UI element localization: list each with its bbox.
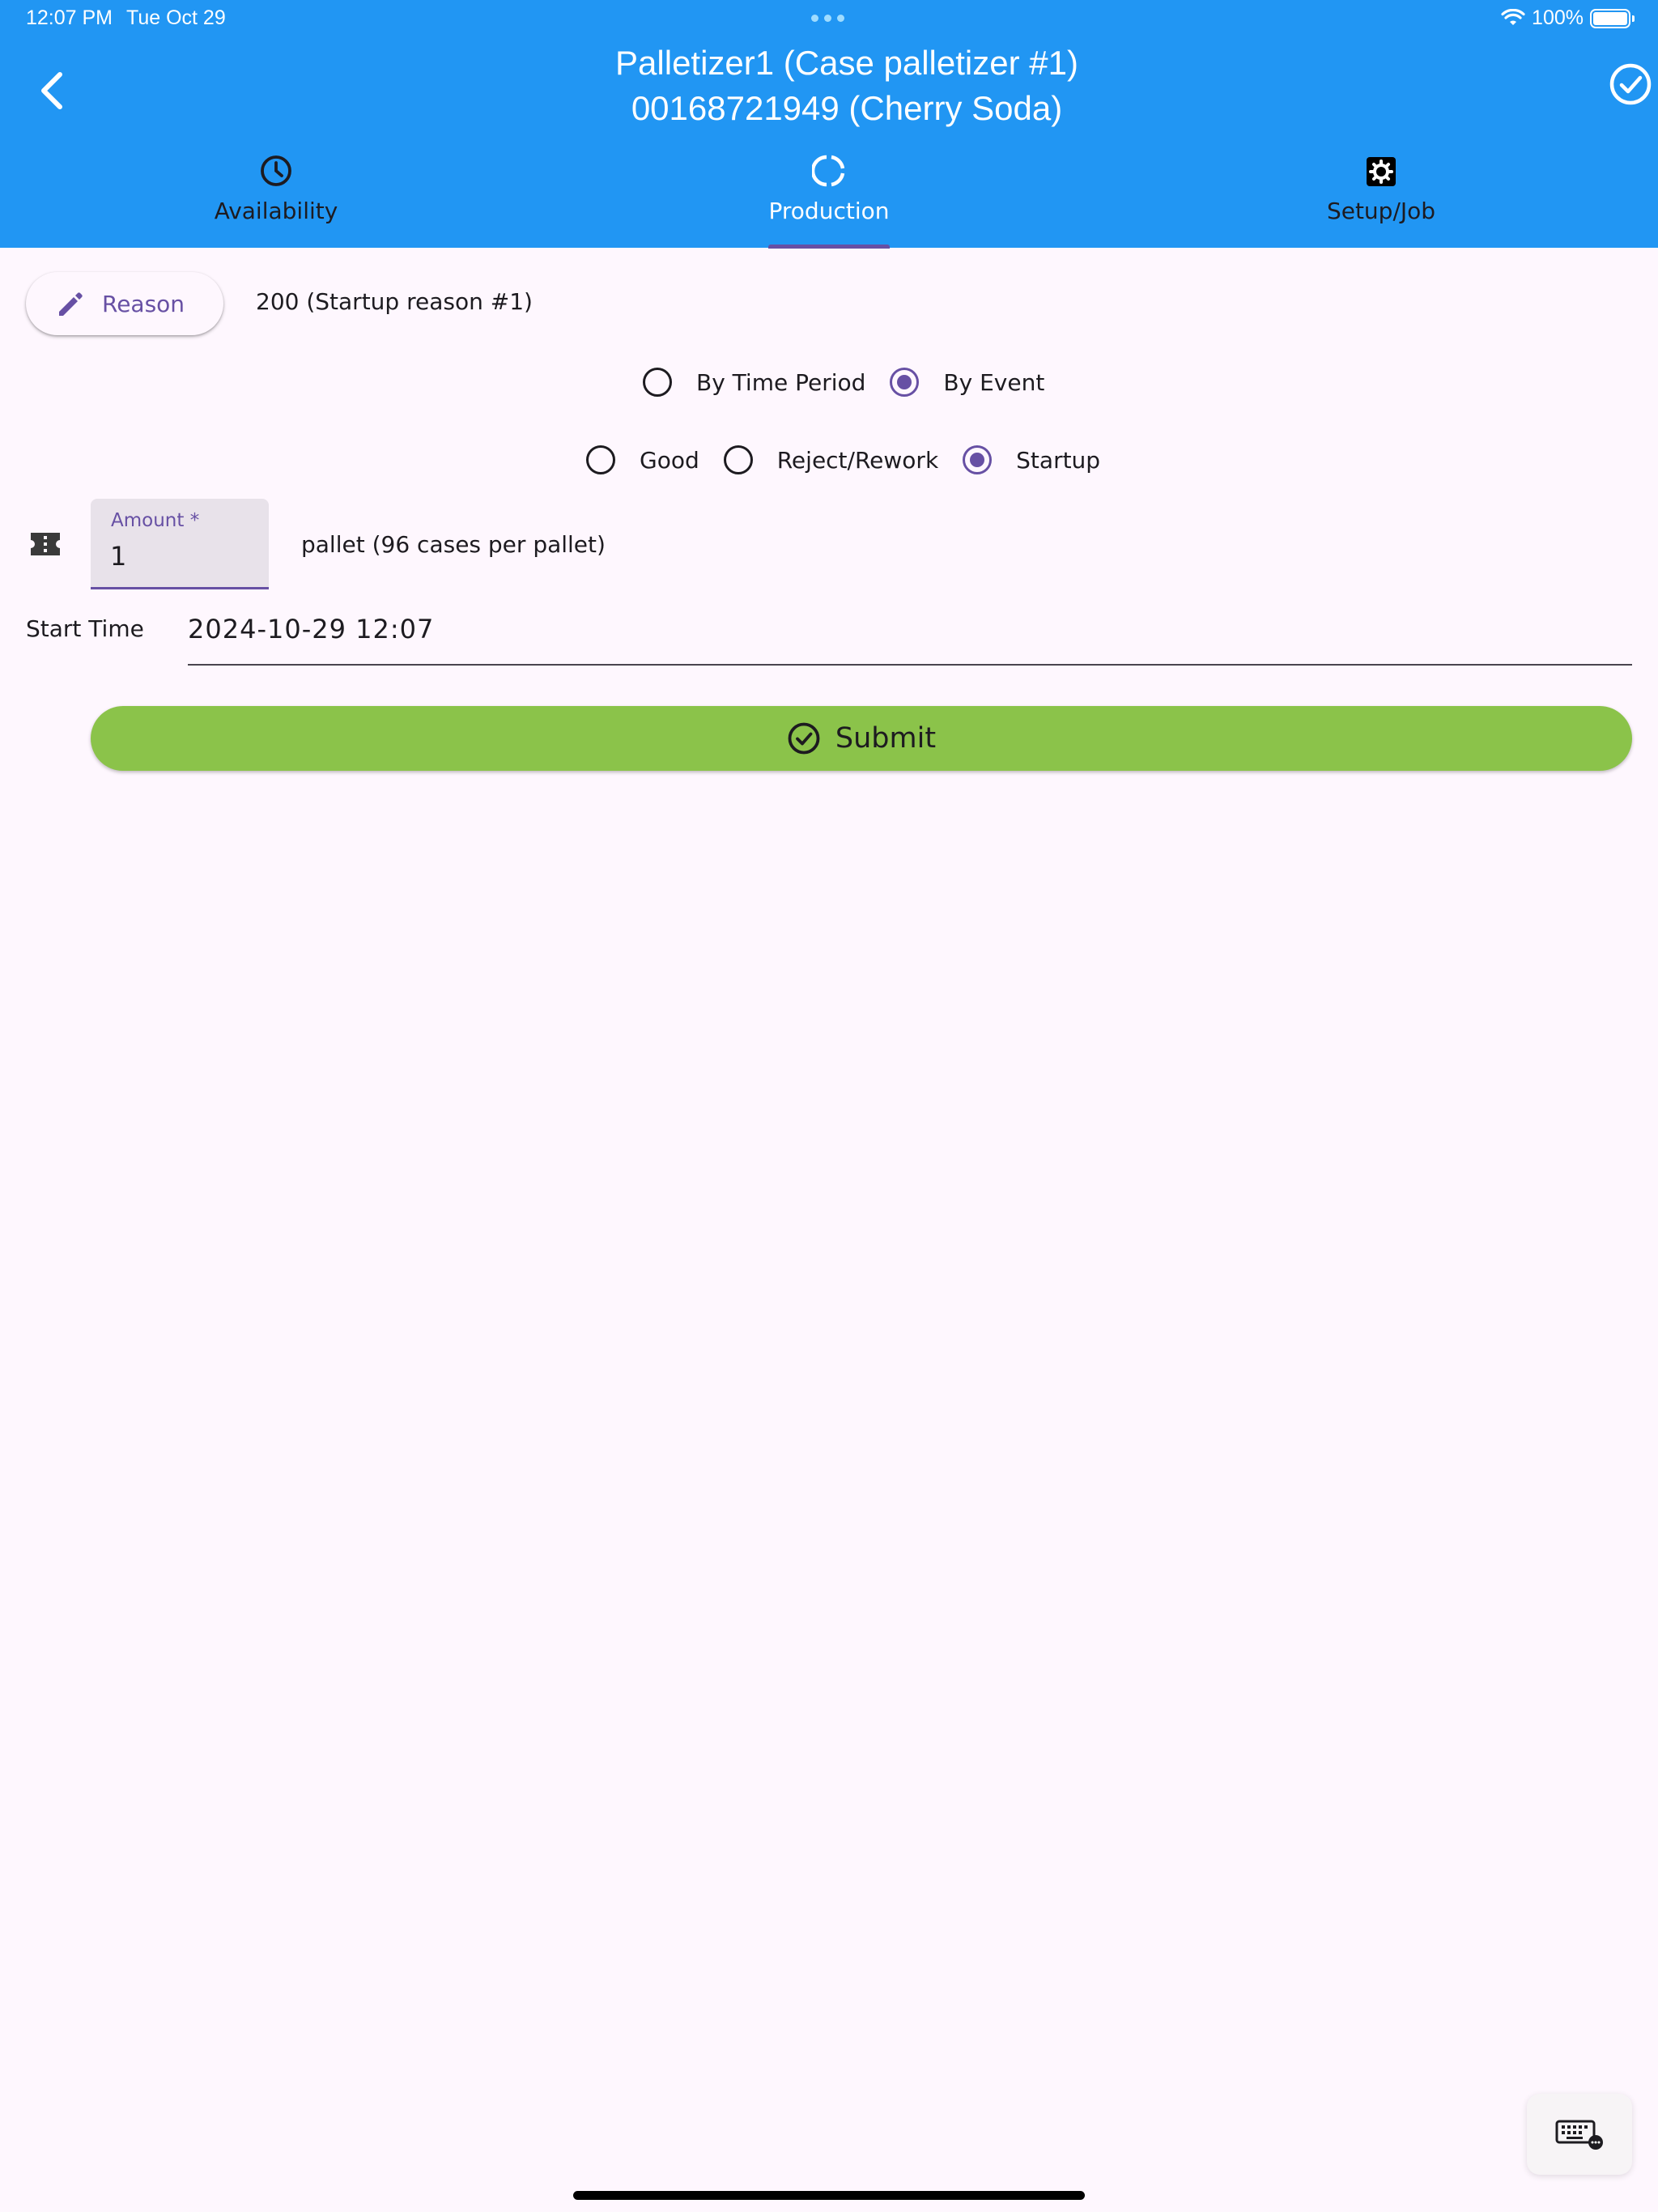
clock-icon (261, 155, 291, 186)
app-bar: 12:07 PM Tue Oct 29 100% Palletizer1 (Ca… (0, 0, 1658, 249)
active-tab-indicator (768, 245, 890, 249)
battery-icon (1590, 8, 1635, 28)
radio-good-label: Good (640, 446, 699, 474)
radio-by-event-label: By Event (943, 368, 1045, 396)
submit-button[interactable]: Submit (91, 706, 1632, 771)
settings-box-icon (1367, 157, 1396, 186)
amount-field[interactable]: Amount * 1 (91, 499, 269, 589)
ticket-icon (31, 533, 60, 555)
check-circle-icon (1609, 63, 1652, 105)
tab-setup-job-label: Setup/Job (1326, 198, 1436, 224)
radio-reject-rework[interactable] (723, 445, 753, 474)
keyboard-toggle-button[interactable] (1527, 2094, 1632, 2175)
wifi-icon (1501, 8, 1525, 25)
radio-by-time-period[interactable] (643, 368, 672, 397)
page-title-line2: 00168721949 (Cherry Soda) (631, 89, 1063, 127)
check-circle-icon (788, 722, 820, 755)
tab-bar: Availability Production Setup/Job (0, 147, 1658, 249)
tab-production-label: Production (768, 198, 890, 224)
reason-button-label: Reason (102, 290, 185, 317)
radio-startup[interactable] (963, 445, 993, 474)
start-time-field[interactable]: 2024-10-29 12:07 (188, 599, 1632, 666)
radio-by-event[interactable] (890, 368, 920, 397)
status-indicators: 100% (1501, 6, 1635, 30)
home-indicator[interactable] (573, 2191, 1085, 2200)
radio-reject-rework-label: Reject/Rework (776, 446, 939, 474)
page-title-line1: Palletizer1 (Case palletizer #1) (615, 44, 1078, 82)
radio-good[interactable] (586, 445, 615, 474)
page-title: Palletizer1 (Case palletizer #1) 0016872… (0, 40, 1658, 131)
submit-button-label: Submit (835, 722, 937, 755)
tab-availability-label: Availability (214, 198, 338, 224)
amount-unit: pallet (96 cases per pallet) (301, 531, 606, 558)
tab-setup-job[interactable]: Setup/Job (1320, 147, 1443, 248)
tab-production[interactable]: Production (761, 147, 897, 248)
tab-availability[interactable]: Availability (206, 147, 346, 248)
type-radio-group: Good Reject/Rework Startup (586, 445, 1124, 474)
amount-input[interactable]: 1 (110, 541, 126, 572)
keyboard-icon (1555, 2120, 1603, 2150)
pencil-icon (59, 292, 83, 316)
amount-label: Amount * (111, 510, 200, 531)
status-date: Tue Oct 29 (126, 6, 226, 29)
radio-startup-label: Startup (1016, 446, 1101, 474)
start-time-value: 2024-10-29 12:07 (188, 614, 435, 644)
multitasking-dots-icon[interactable] (811, 15, 844, 22)
reason-button[interactable]: Reason (26, 272, 223, 335)
battery-percent: 100% (1532, 6, 1584, 29)
reason-value: 200 (Startup reason #1) (256, 288, 533, 315)
progress-ring-icon (812, 155, 845, 187)
start-time-label: Start Time (26, 615, 144, 642)
mode-radio-group: By Time Period By Event (643, 368, 1069, 397)
status-time: 12:07 PM (26, 6, 113, 29)
radio-by-time-period-label: By Time Period (696, 368, 866, 396)
confirm-button[interactable] (1606, 60, 1655, 108)
